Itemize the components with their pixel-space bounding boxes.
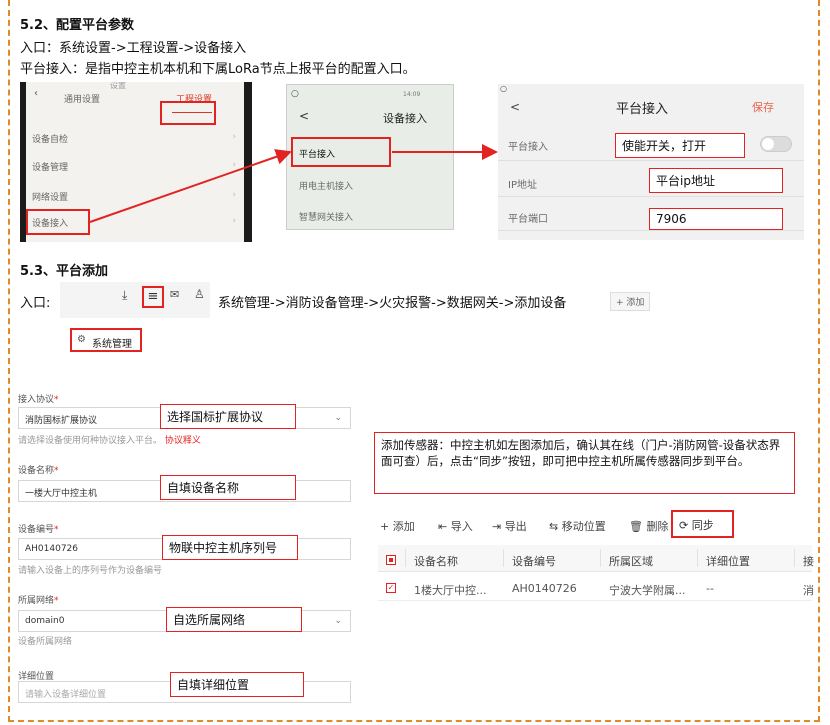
toolbar-move-button[interactable]: ⇆ 移动位置 (549, 518, 606, 534)
col-divider (697, 549, 698, 567)
col-divider (600, 549, 601, 567)
mail-icon[interactable]: ✉ (170, 288, 179, 301)
entry-path: 系统管理->消防设备管理->火灾报警->数据网关->添加设备 (218, 296, 567, 311)
cell-device-code: AH0140726 (512, 582, 577, 595)
menu-system-mgmt-label: 系统管理 (92, 339, 132, 350)
row-checkbox[interactable]: ✓ (386, 583, 396, 593)
th-device-code[interactable]: 设备编号 (512, 553, 556, 569)
toolbar-delete-button[interactable]: 🗑 删除 (629, 518, 668, 534)
th-area[interactable]: 所属区域 (609, 553, 653, 569)
callout-protocol: 选择国标扩展协议 (160, 404, 296, 429)
sync-icon: ⟳ (679, 519, 692, 532)
toolbar-add-button[interactable]: + 添加 (380, 518, 415, 534)
menu-icon[interactable]: ≡ (142, 286, 164, 308)
toolbar-import-button[interactable]: ⇤ 导入 (438, 518, 473, 534)
protocol-doc-link[interactable]: 协议释义 (165, 436, 201, 446)
annotation-arrows (89, 144, 498, 223)
section-53-title: 5.3、平台添加 (20, 264, 109, 279)
cell-area: 宁波大学附属... (609, 584, 686, 597)
callout-device-code: 物联中控主机序列号 (162, 535, 298, 560)
toolbar-screenshot: ⤓ ≡ ✉ ♙ ⚙ 系统管理 (60, 282, 210, 360)
callout-device-name: 自填设备名称 (160, 475, 296, 500)
network-label: 所属网络* (18, 596, 59, 606)
swap-icon: ⇆ (549, 520, 562, 533)
cell-location: -- (706, 582, 714, 595)
device-name-label: 设备名称* (18, 466, 59, 476)
gear-icon: ⚙ (77, 334, 86, 345)
cell-protocol: 消 (803, 584, 814, 597)
chevron-down-icon: ⌄ (334, 616, 342, 626)
callout-network: 自选所属网络 (166, 607, 302, 632)
entry-label: 入口: (20, 296, 51, 311)
arrow-to-device-access (89, 149, 292, 223)
device-code-hint: 请输入设备上的序列号作为设备编号 (18, 566, 163, 576)
export-icon: ⇥ (492, 520, 505, 533)
menu-system-mgmt[interactable]: ⚙ 系统管理 (70, 328, 142, 352)
toolbar-export-button[interactable]: ⇥ 导出 (492, 518, 527, 534)
download-icon[interactable]: ⤓ (122, 288, 127, 303)
chevron-down-icon: ⌄ (334, 413, 342, 423)
protocol-hint: 请选择设备使用何种协议接入平台。 协议释义 (18, 436, 201, 446)
col-divider (794, 549, 795, 567)
col-divider (405, 549, 406, 567)
trash-icon: 🗑 (629, 520, 647, 533)
th-location[interactable]: 详细位置 (706, 553, 750, 569)
th-protocol[interactable]: 接 (803, 553, 814, 569)
user-icon[interactable]: ♙ (194, 287, 205, 301)
cell-device-name: 1楼大厅中控... (414, 584, 487, 597)
device-code-label: 设备编号* (18, 525, 59, 535)
import-icon: ⇤ (438, 520, 451, 533)
sync-note: 添加传感器：中控主机如左图添加后，确认其在线（门户-消防网管-设备状态界面可查）… (374, 432, 795, 494)
toolbar-sync-button[interactable]: ⟳ 同步 (671, 510, 734, 538)
col-divider (503, 549, 504, 567)
callout-location: 自填详细位置 (170, 672, 304, 697)
th-device-name[interactable]: 设备名称 (414, 553, 458, 569)
add-device-button[interactable]: + 添加 (610, 292, 651, 311)
protocol-label: 接入协议* (18, 395, 59, 405)
network-hint: 设备所属网络 (18, 637, 73, 647)
select-all-checkbox[interactable] (386, 555, 396, 565)
